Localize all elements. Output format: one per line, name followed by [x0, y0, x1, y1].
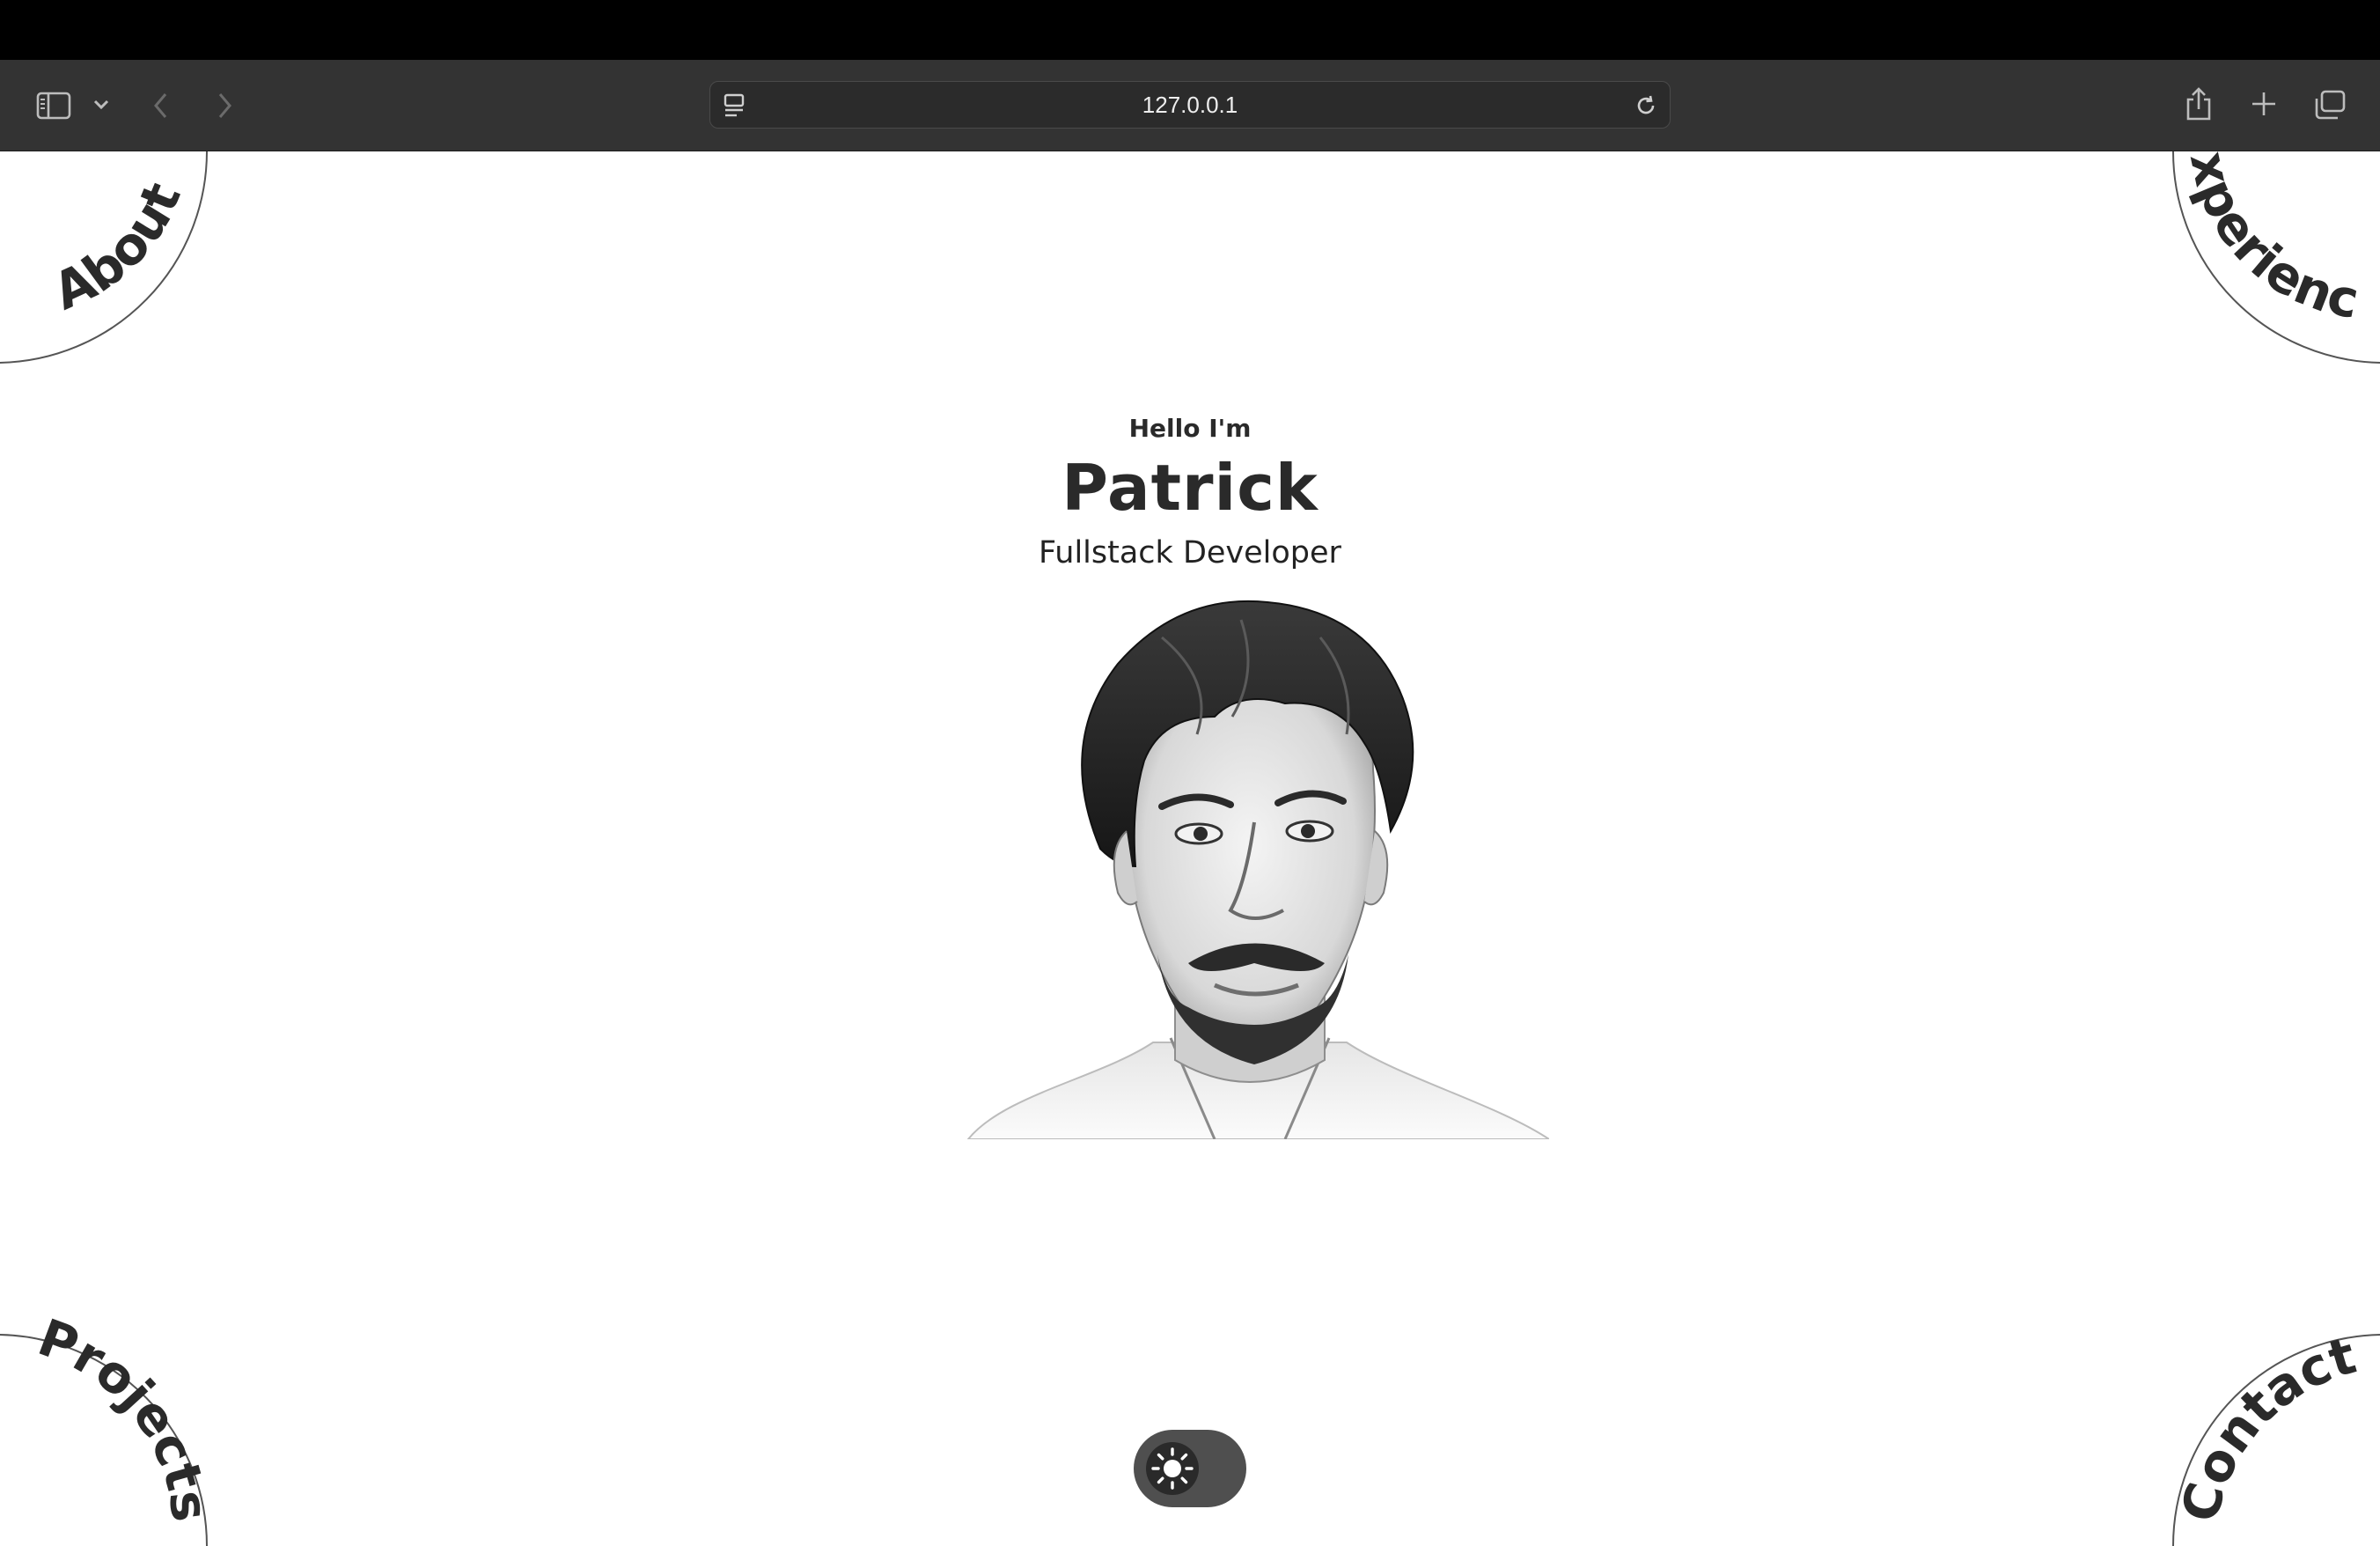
chevron-down-icon[interactable] — [88, 92, 114, 118]
nav-contact[interactable]: Contact — [2170, 1325, 2362, 1528]
url-text[interactable]: 127.0.0.1 — [710, 82, 1670, 128]
reload-icon[interactable] — [1631, 91, 1661, 121]
back-icon[interactable] — [146, 86, 176, 125]
share-icon[interactable] — [2181, 83, 2216, 125]
address-bar[interactable]: 127.0.0.1 — [709, 81, 1671, 129]
hero-name: Patrick — [1061, 451, 1319, 525]
portrait-image — [966, 600, 1549, 1139]
new-tab-icon[interactable] — [2246, 86, 2281, 121]
sun-icon — [1151, 1447, 1194, 1490]
nav-experience[interactable]: Experience — [0, 151, 2363, 330]
tab-overview-icon[interactable] — [2311, 86, 2348, 123]
page-viewport: About Experience Projects Contact Hello … — [0, 151, 2380, 1546]
hero-greeting: Hello I'm — [1128, 414, 1252, 443]
theme-toggle[interactable] — [1134, 1430, 1246, 1507]
toggle-knob — [1146, 1442, 1199, 1495]
hero-role: Fullstack Developer — [1039, 535, 1341, 571]
forward-icon[interactable] — [209, 86, 239, 125]
nav-projects[interactable]: Projects — [31, 1307, 221, 1525]
browser-toolbar: 127.0.0.1 — [0, 60, 2380, 151]
nav-about[interactable]: About — [44, 174, 193, 321]
sidebar-toggle-icon[interactable] — [33, 86, 74, 125]
menu-bar — [0, 0, 2380, 60]
